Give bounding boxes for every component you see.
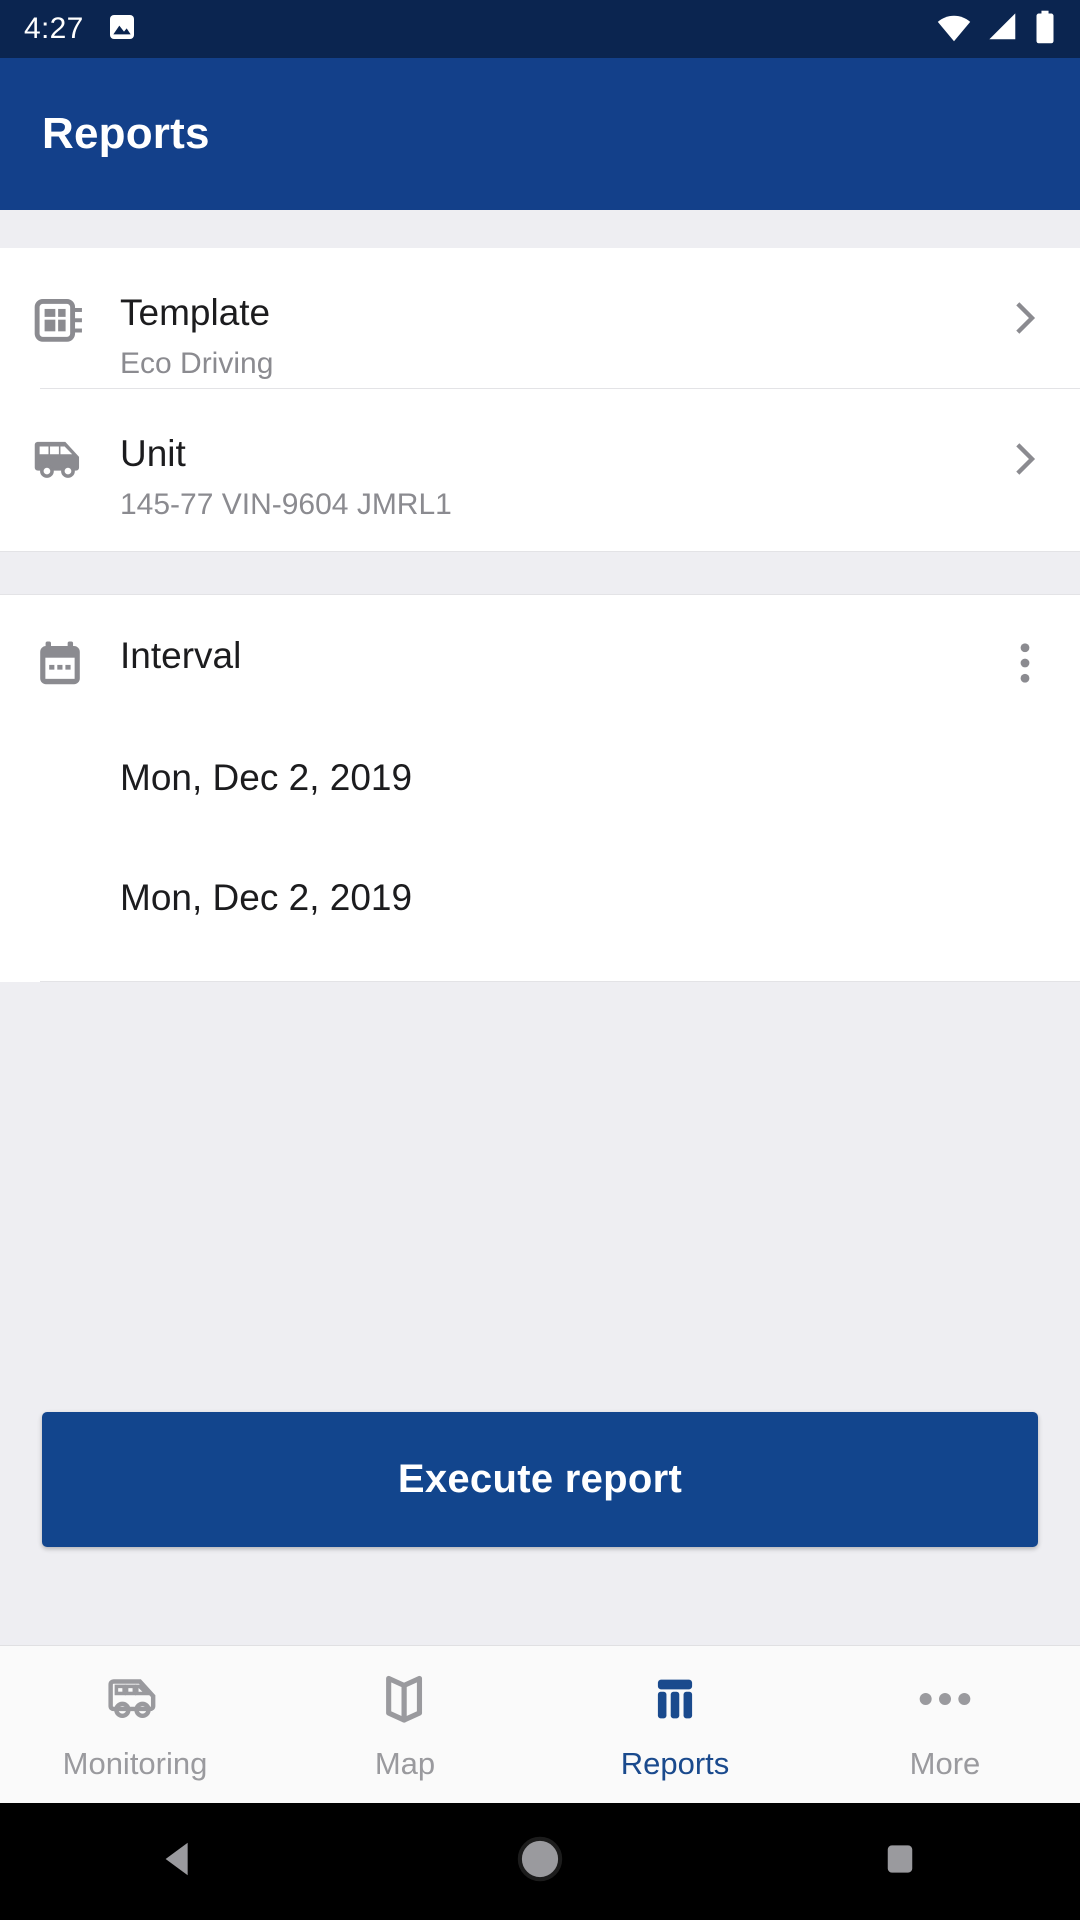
image-icon (106, 11, 138, 48)
nav-item-monitoring[interactable]: Monitoring (0, 1646, 270, 1803)
app-bar: Reports (0, 58, 1080, 210)
chevron-right-icon (1005, 439, 1045, 484)
cellular-signal-icon (986, 12, 1020, 47)
interval-date-to[interactable]: Mon, Dec 2, 2019 (0, 877, 1080, 919)
map-icon (381, 1668, 429, 1730)
interval-text-block: Interval (120, 633, 970, 678)
page-title: Reports (42, 109, 210, 158)
template-title: Template (120, 292, 271, 333)
status-bar-clock: 4:27 (24, 12, 84, 45)
van-icon (104, 1668, 166, 1730)
row-template[interactable]: Template Eco Driving (0, 248, 1080, 388)
interval-title: Interval (120, 635, 242, 676)
nav-item-reports[interactable]: Reports (540, 1646, 810, 1803)
unit-subtitle: 145-77 VIN-9604 JMRL1 (120, 488, 452, 522)
template-text-block: Template Eco Driving (120, 290, 970, 382)
status-bar-system-icons (936, 10, 1056, 49)
nav-label-more: More (909, 1745, 981, 1781)
interval-spacer-2 (0, 799, 1080, 877)
divider-interval-bottom (40, 981, 1080, 982)
section-gap-top (0, 210, 1080, 248)
execute-report-label: Execute report (397, 1457, 683, 1501)
interval-overflow-button[interactable] (970, 633, 1080, 690)
calendar-icon (0, 633, 120, 691)
template-subtitle: Eco Driving (120, 347, 274, 381)
nav-label-monitoring: Monitoring (62, 1745, 208, 1781)
home-circle-icon (514, 1833, 566, 1890)
app-screen: 4:27 Reports Template Eco Driving Unit 1… (0, 0, 1080, 1920)
battery-icon (1034, 10, 1056, 49)
interval-bottom-pad (0, 919, 1080, 981)
nav-item-map[interactable]: Map (270, 1646, 540, 1803)
android-back-button[interactable] (0, 1836, 360, 1887)
interval-spacer-1 (0, 691, 1080, 757)
section-gap-interval (0, 551, 1080, 595)
card-bottom-pad (0, 529, 1080, 551)
unit-title: Unit (120, 433, 186, 474)
unit-text-block: Unit 145-77 VIN-9604 JMRL1 (120, 431, 970, 523)
selection-card: Template Eco Driving Unit 145-77 VIN-960… (0, 248, 1080, 551)
van-icon (0, 431, 120, 485)
interval-date-from[interactable]: Mon, Dec 2, 2019 (0, 757, 1080, 799)
nav-item-more[interactable]: More (810, 1646, 1080, 1803)
more-dots-icon (916, 1668, 974, 1730)
execute-report-button[interactable]: Execute report (42, 1412, 1038, 1547)
interval-card: Interval Mon, Dec 2, 2019 Mon, Dec 2, 20… (0, 595, 1080, 982)
android-home-button[interactable] (360, 1833, 720, 1890)
row-unit[interactable]: Unit 145-77 VIN-9604 JMRL1 (0, 389, 1080, 529)
overflow-menu-icon (1007, 641, 1043, 690)
recents-square-icon (879, 1838, 921, 1885)
android-recents-button[interactable] (720, 1838, 1080, 1885)
android-navigation-bar (0, 1803, 1080, 1920)
wifi-icon (936, 12, 972, 47)
bottom-navigation-bar: Monitoring Map Reports More (0, 1645, 1080, 1803)
execute-report-container: Execute report (0, 1412, 1080, 1547)
template-icon (0, 290, 120, 350)
unit-chevron[interactable] (970, 431, 1080, 484)
status-bar: 4:27 (0, 0, 1080, 58)
nav-label-map: Map (374, 1745, 436, 1781)
back-triangle-icon (157, 1836, 203, 1887)
reports-bar-chart-icon (648, 1668, 702, 1730)
status-bar-notification-icons (106, 11, 138, 48)
chevron-right-icon (1005, 298, 1045, 343)
template-chevron[interactable] (970, 290, 1080, 343)
nav-label-reports: Reports (620, 1745, 730, 1781)
row-interval[interactable]: Interval (0, 595, 1080, 691)
